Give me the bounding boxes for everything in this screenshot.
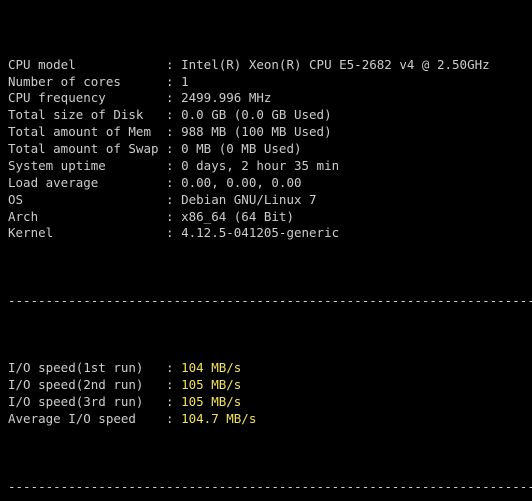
sysinfo-value: 0 MB (0 MB Used) [181, 141, 301, 158]
sysinfo-label: Total amount of Mem : [8, 124, 181, 141]
io-row: Average I/O speed : 104.7 MB/s [8, 411, 524, 428]
sysinfo-value: 1 [181, 74, 189, 91]
sysinfo-value: 0.0 GB (0.0 GB Used) [181, 107, 332, 124]
io-label: I/O speed(2nd run) : [8, 377, 181, 394]
io-label: Average I/O speed : [8, 411, 181, 428]
sysinfo-label: Load average : [8, 175, 181, 192]
sysinfo-label: Number of cores : [8, 74, 181, 91]
sysinfo-row: Total amount of Mem : 988 MB (100 MB Use… [8, 124, 524, 141]
io-row: I/O speed(1st run) : 104 MB/s [8, 360, 524, 377]
sysinfo-row: System uptime : 0 days, 2 hour 35 min [8, 158, 524, 175]
sysinfo-value: Debian GNU/Linux 7 [181, 192, 316, 209]
sysinfo-value: Intel(R) Xeon(R) CPU E5-2682 v4 @ 2.50GH… [181, 57, 490, 74]
terminal[interactable]: CPU model : Intel(R) Xeon(R) CPU E5-2682… [0, 0, 532, 501]
sysinfo-label: Kernel : [8, 225, 181, 242]
sysinfo-value: 4.12.5-041205-generic [181, 225, 339, 242]
sysinfo-row: Total size of Disk : 0.0 GB (0.0 GB Used… [8, 107, 524, 124]
io-value: 105 MB/s [181, 377, 241, 394]
sysinfo-row: CPU model : Intel(R) Xeon(R) CPU E5-2682… [8, 57, 524, 74]
io-value: 105 MB/s [181, 394, 241, 411]
io-label: I/O speed(1st run) : [8, 360, 181, 377]
sysinfo-row: Number of cores : 1 [8, 74, 524, 91]
sysinfo-value: 0 days, 2 hour 35 min [181, 158, 339, 175]
divider: ----------------------------------------… [8, 479, 524, 496]
sysinfo-value: 2499.996 MHz [181, 90, 271, 107]
sysinfo-label: CPU frequency : [8, 90, 181, 107]
divider: ----------------------------------------… [8, 293, 524, 310]
io-row: I/O speed(2nd run) : 105 MB/s [8, 377, 524, 394]
sysinfo-label: System uptime : [8, 158, 181, 175]
io-label: I/O speed(3rd run) : [8, 394, 181, 411]
sysinfo-label: Total amount of Swap : [8, 141, 181, 158]
sysinfo-row: Total amount of Swap : 0 MB (0 MB Used) [8, 141, 524, 158]
sysinfo-value: 0.00, 0.00, 0.00 [181, 175, 301, 192]
sysinfo-row: Arch : x86_64 (64 Bit) [8, 209, 524, 226]
sysinfo-label: CPU model : [8, 57, 181, 74]
sysinfo-label: Arch : [8, 209, 181, 226]
io-block: I/O speed(1st run) : 104 MB/sI/O speed(2… [8, 360, 524, 428]
sysinfo-label: OS : [8, 192, 181, 209]
sysinfo-block: CPU model : Intel(R) Xeon(R) CPU E5-2682… [8, 57, 524, 243]
sysinfo-row: Kernel : 4.12.5-041205-generic [8, 225, 524, 242]
sysinfo-value: 988 MB (100 MB Used) [181, 124, 332, 141]
sysinfo-value: x86_64 (64 Bit) [181, 209, 294, 226]
sysinfo-row: CPU frequency : 2499.996 MHz [8, 90, 524, 107]
io-value: 104 MB/s [181, 360, 241, 377]
sysinfo-row: OS : Debian GNU/Linux 7 [8, 192, 524, 209]
sysinfo-label: Total size of Disk : [8, 107, 181, 124]
io-row: I/O speed(3rd run) : 105 MB/s [8, 394, 524, 411]
io-value: 104.7 MB/s [181, 411, 256, 428]
sysinfo-row: Load average : 0.00, 0.00, 0.00 [8, 175, 524, 192]
